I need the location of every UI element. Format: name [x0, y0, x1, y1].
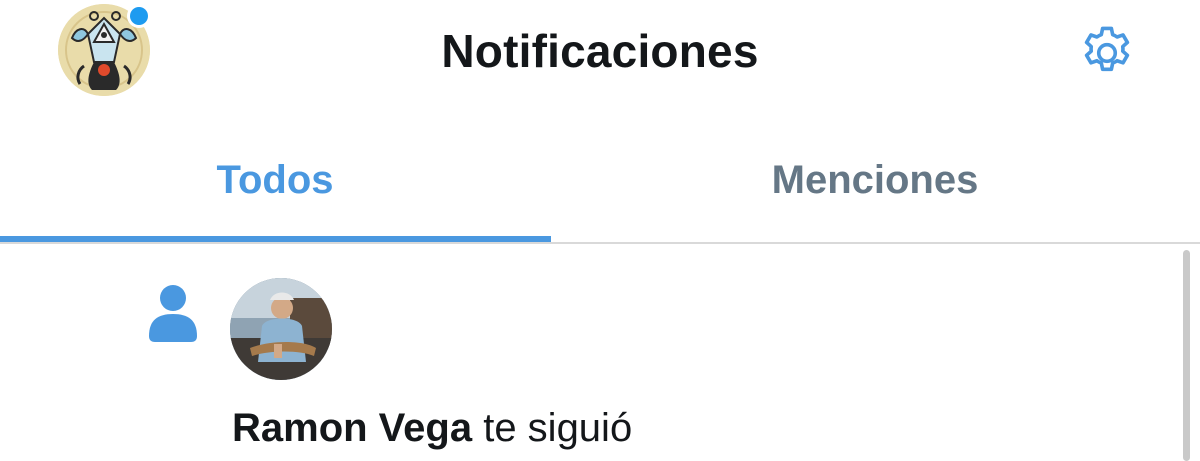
notification-item[interactable]: Ramon Vega te siguió [0, 244, 1180, 461]
notification-action: te siguió [483, 406, 633, 450]
notifications-screen: Notificaciones Todos Menciones Ramon Veg… [0, 0, 1200, 461]
settings-button[interactable] [1074, 20, 1140, 86]
tab-todos[interactable]: Todos [0, 130, 550, 230]
person-icon [149, 285, 197, 342]
tab-menciones[interactable]: Menciones [600, 130, 1150, 230]
unread-indicator-dot [130, 7, 148, 25]
header: Notificaciones [0, 0, 1200, 110]
tab-bar: Todos Menciones [0, 130, 1200, 244]
scrollbar[interactable] [1183, 250, 1190, 461]
follower-avatar[interactable] [230, 278, 332, 380]
follower-avatar-image [230, 278, 332, 380]
gear-icon [1084, 26, 1130, 72]
notification-user-name[interactable]: Ramon Vega [232, 406, 472, 450]
notification-text: Ramon Vega te siguió [232, 406, 632, 451]
page-title: Notificaciones [441, 25, 759, 77]
